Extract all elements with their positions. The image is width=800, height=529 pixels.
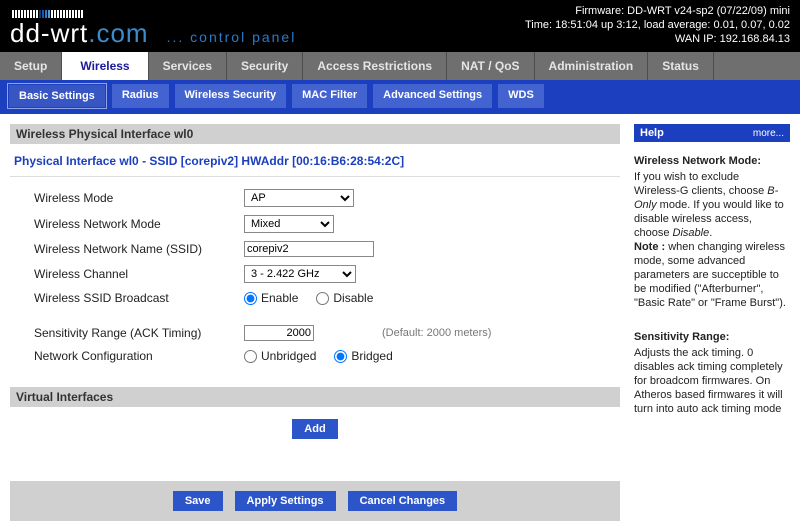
cancel-changes-button[interactable]: Cancel Changes [348,491,458,511]
subtab-basic-settings[interactable]: Basic Settings [8,84,106,108]
help-body: Wireless Network Mode: If you wish to ex… [634,142,790,416]
logo-text: dd-wrt.com [10,20,149,46]
add-button[interactable]: Add [292,419,337,439]
tab-security[interactable]: Security [227,52,303,80]
radio-broadcast-disable-wrap[interactable]: Disable [316,291,373,305]
subtab-mac-filter[interactable]: MAC Filter [292,84,367,108]
section-virtual-interfaces: Virtual Interfaces [10,387,620,407]
firmware-version: Firmware: DD-WRT v24-sp2 (07/22/09) mini [525,4,790,18]
app-header: dd-wrt.com ... control panel Firmware: D… [0,0,800,52]
label-ack-timing: Sensitivity Range (ACK Timing) [34,326,244,340]
select-wireless-mode[interactable]: AP [244,189,354,207]
section-physical-interface: Wireless Physical Interface wl0 [10,124,620,144]
main-panel: Wireless Physical Interface wl0 Physical… [10,124,620,521]
subtab-radius[interactable]: Radius [112,84,169,108]
apply-settings-button[interactable]: Apply Settings [235,491,336,511]
logo: dd-wrt.com ... control panel [10,10,296,46]
radio-broadcast-enable-wrap[interactable]: Enable [244,291,298,305]
tab-services[interactable]: Services [149,52,227,80]
radio-bridged-wrap[interactable]: Bridged [334,349,392,363]
footer-buttons: Save Apply Settings Cancel Changes [10,481,620,521]
save-button[interactable]: Save [173,491,223,511]
control-panel-label: ... control panel [167,29,297,45]
sub-tabs: Basic Settings Radius Wireless Security … [0,80,800,114]
ack-default-hint: (Default: 2000 meters) [382,327,491,339]
radio-unbridged-wrap[interactable]: Unbridged [244,349,316,363]
label-wireless-mode: Wireless Mode [34,191,244,205]
header-info: Firmware: DD-WRT v24-sp2 (07/22/09) mini… [525,4,790,46]
help-title: Help [640,127,664,139]
radio-broadcast-disable[interactable] [316,292,329,305]
label-channel: Wireless Channel [34,267,244,281]
subtab-wds[interactable]: WDS [498,84,544,108]
tab-setup[interactable]: Setup [0,52,62,80]
uptime-load: Time: 18:51:04 up 3:12, load average: 0.… [525,18,790,32]
tab-wireless[interactable]: Wireless [62,52,148,80]
help-more-link[interactable]: more... [753,128,784,139]
help-heading-network-mode: Wireless Network Mode: [634,154,788,168]
select-network-mode[interactable]: Mixed [244,215,334,233]
subtab-advanced-settings[interactable]: Advanced Settings [373,84,492,108]
tab-nat-qos[interactable]: NAT / QoS [447,52,534,80]
radio-unbridged[interactable] [244,350,257,363]
input-ack-timing[interactable] [244,325,314,341]
select-channel[interactable]: 3 - 2.422 GHz [244,265,356,283]
input-ssid[interactable] [244,241,374,257]
main-tabs: Setup Wireless Services Security Access … [0,52,800,80]
tab-status[interactable]: Status [648,52,714,80]
help-heading-sensitivity-range: Sensitivity Range: [634,330,788,344]
label-network-config: Network Configuration [34,349,244,363]
radio-broadcast-enable[interactable] [244,292,257,305]
label-network-mode: Wireless Network Mode [34,217,244,231]
wan-ip: WAN IP: 192.168.84.13 [525,32,790,46]
tab-access-restrictions[interactable]: Access Restrictions [303,52,447,80]
label-ssid: Wireless Network Name (SSID) [34,242,244,256]
logo-bars-icon [12,10,296,18]
interface-detail-line: Physical Interface wl0 - SSID [corepiv2]… [10,144,620,177]
radio-bridged[interactable] [334,350,347,363]
label-ssid-broadcast: Wireless SSID Broadcast [34,291,244,305]
help-sidebar: Help more... Wireless Network Mode: If y… [634,124,790,521]
tab-administration[interactable]: Administration [535,52,649,80]
subtab-wireless-security[interactable]: Wireless Security [175,84,287,108]
